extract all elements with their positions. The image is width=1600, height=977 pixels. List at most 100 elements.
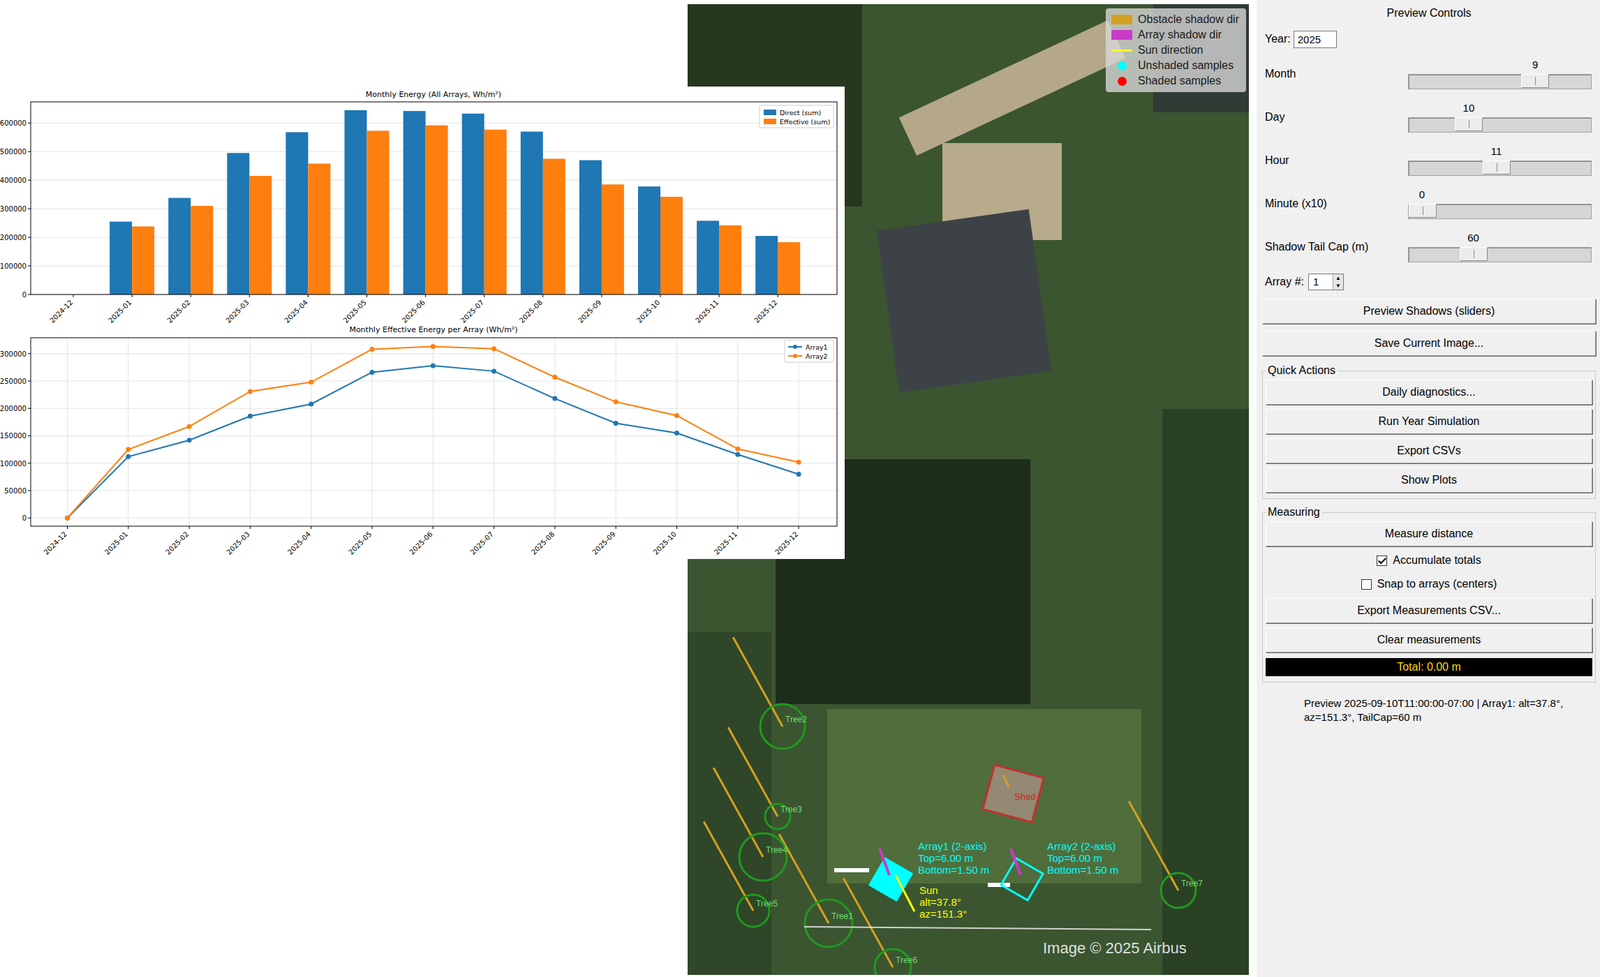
slider-track[interactable] [1408, 160, 1592, 176]
slider-track[interactable] [1408, 73, 1592, 90]
x-tick [190, 294, 192, 298]
tree-marker[interactable]: Tree7 [1128, 801, 1203, 909]
year-row: Year:2025 [1262, 27, 1596, 51]
series-line [67, 346, 800, 519]
slider-value: 0 [1419, 188, 1425, 201]
checkbox-row[interactable]: Accumulate totals [1265, 550, 1593, 571]
y-tick-label: 50000 [4, 487, 27, 495]
data-point [674, 430, 680, 436]
x-tick [660, 294, 662, 298]
chart-title: Monthly Effective Energy per Array (Wh/m… [349, 325, 518, 335]
bar [520, 131, 544, 295]
x-tick-label: 2025-10 [635, 298, 662, 325]
x-tick [189, 526, 190, 530]
shed-outline [982, 765, 1045, 824]
measure-button[interactable]: Measure distance [1265, 521, 1593, 547]
y-tick-label: 250000 [0, 377, 27, 386]
spinbox-value[interactable]: 1 [1308, 274, 1333, 290]
grid-line [310, 337, 312, 527]
array-spinbox[interactable]: 1▲▼ [1308, 273, 1344, 291]
tree-marker[interactable]: Tree2 [732, 637, 807, 750]
total-display: Total: 0.00 m [1265, 658, 1593, 677]
array-marker[interactable]: Array2 (2-axis)Top=6.00 mBottom=1.50 m [987, 840, 1119, 901]
data-point [187, 424, 192, 430]
legend-box [784, 339, 834, 363]
bar-series [109, 110, 778, 295]
bar-series [131, 125, 800, 295]
bar [168, 198, 191, 295]
slider-track[interactable] [1408, 117, 1592, 133]
map-legend: Obstacle shadow dirArray shadow dirSun d… [1105, 8, 1247, 93]
array-shadow-line [879, 848, 890, 876]
measure-button[interactable]: Clear measurements [1265, 627, 1593, 653]
slider-track[interactable] [1408, 203, 1592, 220]
grid-line [554, 337, 555, 527]
shed-label: Shed [1014, 791, 1036, 803]
slider-thumb[interactable] [1521, 73, 1550, 88]
array-marker[interactable]: Array1 (2-axis)Top=6.00 mBottom=1.50 m [834, 840, 990, 901]
slider[interactable]: 10 [1408, 101, 1596, 133]
slider-thumb[interactable] [1454, 117, 1483, 132]
bar [109, 221, 132, 295]
tree-marker[interactable]: Tree4 [713, 767, 788, 881]
data-point [613, 420, 619, 426]
quick-action-button[interactable]: Daily diagnostics... [1265, 379, 1593, 405]
tree-shadow-line [732, 637, 783, 727]
y-tick [27, 353, 31, 354]
checkbox[interactable] [1361, 579, 1372, 590]
tree-marker[interactable]: Tree1 [779, 834, 854, 948]
quick-action-button[interactable]: Export CSVs [1265, 438, 1593, 464]
slider-thumb[interactable] [1482, 160, 1511, 175]
checkbox-row[interactable]: Snap to arrays (centers) [1265, 574, 1593, 595]
tree-shadow-line [1128, 801, 1179, 891]
legend-item: Unshaded samples [1111, 58, 1240, 73]
tree-marker[interactable]: Tree5 [703, 821, 778, 928]
checkbox[interactable] [1376, 555, 1388, 567]
panel-button[interactable]: Preview Shadows (sliders) [1262, 298, 1596, 324]
legend-item: Shaded samples [1111, 73, 1240, 88]
data-point [369, 369, 375, 375]
x-tick-label: 2024-12 [48, 298, 74, 325]
quick-action-button[interactable]: Show Plots [1265, 467, 1593, 493]
data-point [308, 401, 314, 407]
panel-button[interactable]: Save Current Image... [1262, 330, 1596, 357]
slider[interactable]: 11 [1408, 145, 1596, 176]
grid-line [127, 337, 129, 527]
y-tick-label: 300000 [0, 350, 27, 359]
checkbox-label: Accumulate totals [1392, 554, 1481, 567]
spin-down-icon[interactable]: ▼ [1333, 282, 1344, 290]
measure-button[interactable]: Export Measurements CSV... [1265, 598, 1593, 624]
bar [285, 131, 308, 295]
slider-thumb[interactable] [1408, 203, 1437, 218]
x-tick-label: 2025-05 [342, 298, 368, 325]
data-point [125, 454, 131, 460]
year-input[interactable]: 2025 [1293, 30, 1337, 49]
x-tick-label: 2025-04 [282, 298, 309, 325]
data-point [430, 344, 436, 350]
slider-value: 60 [1467, 231, 1480, 244]
tree-shadow-line [728, 727, 778, 817]
app-window: Tree1Tree2Tree3Tree4Tree5Tree6Tree7ShedA… [0, 0, 1600, 977]
tree-label: Tree3 [780, 804, 803, 815]
array-bottom: Bottom=1.50 m [1047, 864, 1119, 877]
bar [543, 158, 566, 295]
array-footprint-line [834, 868, 870, 873]
shed-marker[interactable]: Shed [982, 765, 1045, 824]
x-tick-label: 2025-07 [469, 530, 495, 557]
slider[interactable]: 0 [1408, 188, 1596, 220]
y-tick [27, 381, 31, 382]
legend-label: Obstacle shadow dir [1137, 13, 1240, 26]
slider-row: Hour11 [1262, 141, 1596, 181]
legend-dot-icon [1111, 76, 1133, 86]
quick-action-button[interactable]: Run Year Simulation [1265, 409, 1593, 435]
slider-thumb[interactable] [1459, 247, 1488, 262]
shed-shadow-line [1003, 774, 1009, 788]
slider[interactable]: 60 [1408, 231, 1596, 263]
spin-up-icon[interactable]: ▲ [1333, 274, 1344, 283]
x-tick [777, 294, 779, 298]
chart-axes [30, 337, 837, 527]
slider-track[interactable] [1408, 247, 1592, 263]
slider[interactable]: 9 [1408, 58, 1596, 90]
tree-label: Tree1 [831, 911, 854, 922]
grid-line [615, 337, 617, 527]
